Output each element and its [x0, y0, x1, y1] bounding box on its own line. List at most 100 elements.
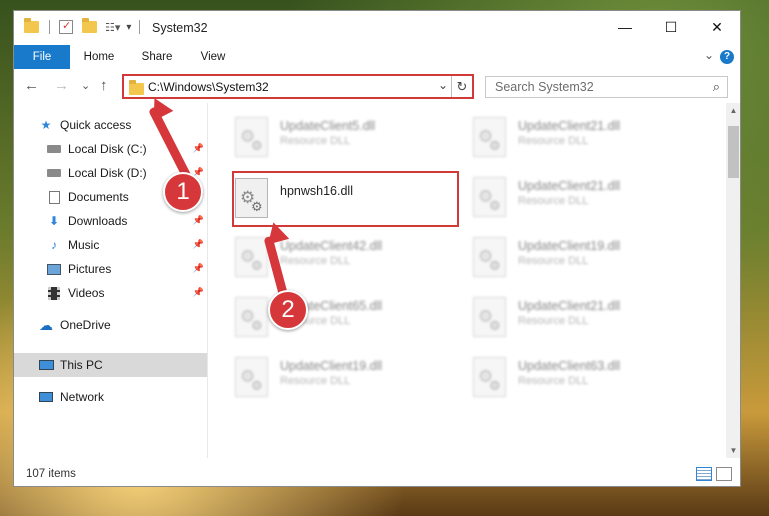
- drive-icon: [46, 142, 62, 156]
- new-folder-icon[interactable]: [82, 18, 97, 33]
- close-button[interactable]: ✕: [694, 11, 740, 43]
- music-icon: ♪: [51, 238, 57, 252]
- dll-file-icon: ⚙ ⚙: [473, 237, 506, 277]
- file-name: UpdateClient42.dll: [280, 239, 383, 253]
- download-icon: ⬇: [48, 214, 60, 228]
- file-type: Resource DLL: [280, 255, 351, 267]
- address-bar[interactable]: C:\Windows\System32 ⌄ ↻: [122, 74, 474, 99]
- nav-item-this-pc[interactable]: This PC: [14, 353, 208, 377]
- file-explorer-window: ✓ ☷▾ ▾ System32 — ☐ ✕ File Home Share Vi…: [13, 10, 741, 487]
- search-input[interactable]: Search System32 ⌕: [485, 76, 728, 98]
- up-button[interactable]: ↑: [100, 77, 108, 94]
- nav-item-label: This PC: [60, 358, 103, 372]
- ribbon-tabs: File Home Share View ⌄ ?: [14, 45, 740, 69]
- vertical-scrollbar[interactable]: ▲ ▼: [726, 103, 740, 458]
- item-count: 107 items: [26, 468, 76, 480]
- folder-icon: [129, 80, 144, 95]
- file-item[interactable]: ⚙ ⚙ UpdateClient19.dll Resource DLL: [471, 233, 696, 281]
- dll-file-icon: ⚙ ⚙: [235, 237, 268, 277]
- file-type: Resource DLL: [518, 375, 589, 387]
- dll-file-icon: ⚙ ⚙: [473, 297, 506, 337]
- documents-icon: [46, 190, 62, 204]
- scroll-down-icon[interactable]: ▼: [726, 443, 740, 458]
- scrollbar-thumb[interactable]: [728, 126, 739, 178]
- nav-item-network[interactable]: Network: [14, 385, 208, 409]
- file-item[interactable]: ⚙ ⚙ UpdateClient21.dll Resource DLL: [471, 293, 696, 341]
- pin-icon: 📌: [192, 239, 204, 249]
- nav-item-label: Quick access: [60, 118, 132, 132]
- dll-file-icon: ⚙ ⚙: [473, 117, 506, 157]
- cloud-icon: ☁: [39, 316, 53, 333]
- window-title: System32: [152, 21, 208, 35]
- tab-view[interactable]: View: [190, 45, 236, 69]
- computer-icon: [38, 358, 54, 372]
- ribbon-expand-icon[interactable]: ⌄: [704, 48, 714, 62]
- forward-button[interactable]: →: [54, 77, 69, 94]
- divider: [207, 103, 208, 458]
- nav-item-music[interactable]: ♪ Music 📌: [14, 233, 208, 257]
- file-highlight-box: [232, 171, 459, 227]
- nav-item-videos[interactable]: Videos 📌: [14, 281, 208, 305]
- nav-item-downloads[interactable]: ⬇ Downloads 📌: [14, 209, 208, 233]
- divider: [49, 20, 50, 34]
- nav-item-label: OneDrive: [60, 318, 111, 332]
- scroll-up-icon[interactable]: ▲: [726, 103, 740, 118]
- file-name: UpdateClient63.dll: [518, 359, 621, 373]
- file-name: UpdateClient5.dll: [280, 119, 376, 133]
- file-name: UpdateClient21.dll: [518, 299, 621, 313]
- dll-file-icon: ⚙ ⚙: [235, 357, 268, 397]
- file-item[interactable]: ⚙ ⚙ UpdateClient65.dll Resource DLL: [233, 293, 458, 341]
- dropdown-icon[interactable]: ▾: [126, 22, 131, 33]
- file-type: Resource DLL: [518, 195, 589, 207]
- file-item[interactable]: ⚙ ⚙ UpdateClient19.dll Resource DLL: [233, 353, 458, 401]
- divider: [139, 20, 141, 34]
- status-bar: 107 items: [14, 464, 740, 486]
- file-item[interactable]: ⚙ ⚙ UpdateClient5.dll Resource DLL: [233, 113, 458, 161]
- dll-file-icon: ⚙ ⚙: [235, 117, 268, 157]
- drive-icon: [46, 166, 62, 180]
- refresh-button[interactable]: ↻: [451, 76, 472, 97]
- nav-item-label: Videos: [68, 286, 105, 300]
- help-icon[interactable]: ?: [720, 50, 734, 64]
- nav-item-pictures[interactable]: Pictures 📌: [14, 257, 208, 281]
- pin-icon: 📌: [192, 143, 204, 153]
- tab-home[interactable]: Home: [74, 45, 124, 69]
- nav-item-label: Local Disk (D:): [68, 166, 147, 180]
- nav-item-label: Pictures: [68, 262, 112, 276]
- minimize-button[interactable]: —: [602, 11, 648, 43]
- address-row: ← → ⌄ ↑ C:\Windows\System32 ⌄ ↻ Search S…: [14, 69, 740, 103]
- customize-icon[interactable]: ☷▾: [105, 21, 120, 34]
- star-icon: ★: [40, 118, 52, 132]
- dll-file-icon: ⚙ ⚙: [473, 177, 506, 217]
- file-name: UpdateClient19.dll: [280, 359, 383, 373]
- search-placeholder: Search System32: [495, 80, 594, 94]
- nav-item-label: Music: [68, 238, 100, 252]
- file-type: Resource DLL: [280, 135, 351, 147]
- network-icon: [38, 390, 54, 404]
- file-item[interactable]: ⚙ ⚙ UpdateClient63.dll Resource DLL: [471, 353, 696, 401]
- file-type: Resource DLL: [518, 255, 589, 267]
- dll-file-icon: ⚙ ⚙: [235, 297, 268, 337]
- address-path[interactable]: C:\Windows\System32: [148, 80, 269, 94]
- file-item[interactable]: ⚙ ⚙ UpdateClient21.dll Resource DLL: [471, 113, 696, 161]
- search-icon[interactable]: ⌕: [713, 79, 720, 95]
- pin-icon: 📌: [192, 287, 204, 297]
- details-view-icon[interactable]: [696, 467, 712, 481]
- nav-item-label: Downloads: [68, 214, 128, 228]
- large-icons-view-icon[interactable]: [716, 467, 732, 481]
- file-item[interactable]: ⚙ ⚙ UpdateClient21.dll Resource DLL: [471, 173, 696, 221]
- tab-share[interactable]: Share: [132, 45, 182, 69]
- pictures-icon: [46, 262, 62, 276]
- properties-icon[interactable]: ✓: [59, 20, 73, 34]
- recent-locations-button[interactable]: ⌄: [81, 79, 90, 92]
- tab-file[interactable]: File: [14, 45, 70, 69]
- chevron-down-icon[interactable]: ⌄: [438, 78, 448, 92]
- nav-item-quick-access[interactable]: ★ Quick access: [14, 113, 208, 137]
- folder-icon: [24, 18, 39, 33]
- back-button[interactable]: ←: [24, 77, 39, 94]
- maximize-button[interactable]: ☐: [648, 11, 694, 43]
- title-bar: ✓ ☷▾ ▾ System32 — ☐ ✕: [14, 11, 740, 45]
- quick-access-toolbar: ✓ ☷▾ ▾: [24, 18, 141, 34]
- file-type: Resource DLL: [518, 135, 589, 147]
- nav-item-onedrive[interactable]: ☁ OneDrive: [14, 313, 208, 337]
